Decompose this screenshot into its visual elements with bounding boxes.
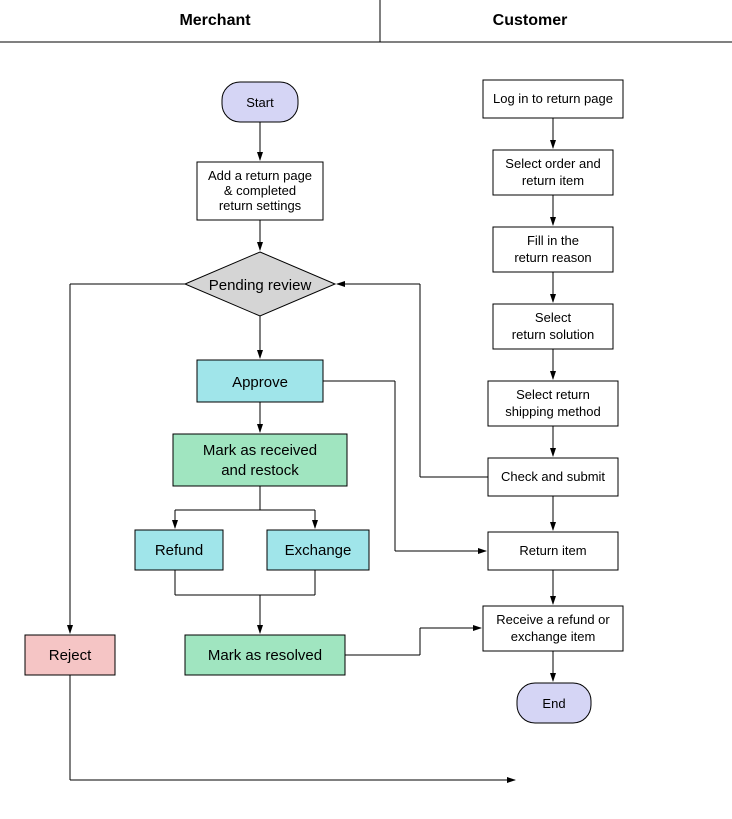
svg-text:Log in to return page: Log in to return page — [493, 91, 613, 106]
svg-text:Receive a refund or: Receive a refund or — [496, 612, 610, 627]
flowchart-diagram: Merchant Customer Start Add a return pag… — [0, 0, 732, 819]
svg-text:Select: Select — [535, 310, 572, 325]
svg-text:Reject: Reject — [49, 647, 92, 664]
svg-text:Return item: Return item — [519, 543, 586, 558]
svg-text:exchange item: exchange item — [511, 629, 596, 644]
svg-text:Mark as received: Mark as received — [203, 442, 317, 459]
svg-text:Fill in the: Fill in the — [527, 233, 579, 248]
svg-text:Select order and: Select order and — [505, 156, 600, 171]
svg-text:Approve: Approve — [232, 374, 288, 391]
svg-text:End: End — [542, 696, 565, 711]
svg-text:Exchange: Exchange — [285, 542, 352, 559]
svg-text:return settings: return settings — [219, 198, 302, 213]
svg-text:Check and submit: Check and submit — [501, 469, 605, 484]
svg-text:Add a return page: Add a return page — [208, 168, 312, 183]
svg-text:and restock: and restock — [221, 462, 299, 479]
svg-text:return solution: return solution — [512, 327, 594, 342]
header-merchant: Merchant — [179, 12, 251, 29]
svg-text:shipping method: shipping method — [505, 404, 600, 419]
start-label: Start — [246, 95, 274, 110]
svg-text:Select return: Select return — [516, 387, 590, 402]
svg-text:Refund: Refund — [155, 542, 203, 559]
svg-text:& completed: & completed — [224, 183, 296, 198]
header-customer: Customer — [493, 12, 568, 29]
svg-text:Pending review: Pending review — [209, 277, 312, 294]
svg-text:return reason: return reason — [514, 250, 591, 265]
svg-text:Mark as resolved: Mark as resolved — [208, 647, 322, 664]
svg-text:return item: return item — [522, 173, 584, 188]
